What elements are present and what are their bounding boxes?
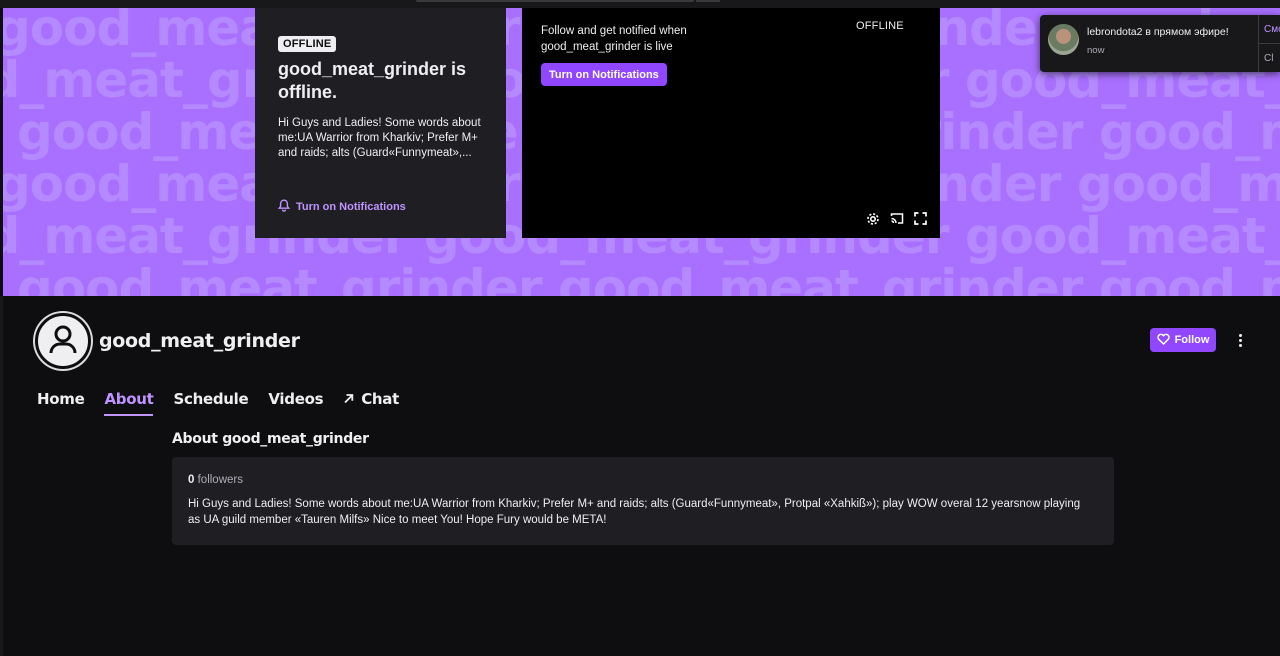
card-notifications-label: Turn on Notifications (296, 201, 406, 213)
tab-strip-indicator-small (696, 0, 720, 2)
gear-icon[interactable] (865, 211, 880, 226)
toast-time: now (1087, 45, 1105, 56)
offline-card: OFFLINE good_meat_grinder is offline. Hi… (255, 8, 506, 238)
cast-icon[interactable] (889, 211, 904, 226)
bell-icon (277, 199, 291, 215)
followers-label: followers (197, 474, 243, 486)
fullscreen-icon[interactable] (913, 211, 928, 226)
tab-strip-indicator (416, 0, 694, 2)
toast-watch-button[interactable]: Смот (1264, 24, 1280, 35)
followers-number: 0 (188, 474, 195, 486)
channel-bio: Hi Guys and Ladies! Some words about me:… (188, 498, 1081, 526)
follow-label: Follow (1174, 334, 1210, 346)
tab-about[interactable]: About (104, 390, 154, 416)
player-controls (865, 211, 928, 226)
card-notifications-link[interactable]: Turn on Notifications (277, 199, 406, 215)
follow-button[interactable]: Follow (1150, 328, 1216, 352)
channel-tabs: Home About Schedule Videos Chat (37, 390, 399, 416)
followers-count: 0 followers (188, 474, 1098, 486)
external-arrow-icon (343, 390, 354, 408)
banner-pattern-line: good_meat_grinder good_meat_grinder good… (17, 259, 1280, 296)
channel-avatar[interactable] (35, 313, 91, 369)
about-panel: 0 followers Hi Guys and Ladies! Some wor… (172, 457, 1114, 545)
video-player[interactable]: Follow and get notified when good_meat_g… (522, 8, 940, 238)
toast-avatar (1048, 24, 1079, 55)
channel-name: good_meat_grinder (99, 330, 300, 352)
left-edge (0, 296, 3, 656)
browser-top-strip (0, 0, 1280, 8)
toast-close-button[interactable]: Cl (1264, 53, 1273, 64)
toast-message: lebrondota2 в прямом эфире! (1087, 26, 1229, 38)
tab-home[interactable]: Home (37, 390, 85, 414)
live-notification-toast[interactable]: lebrondota2 в прямом эфире! now Смот Cl (1040, 15, 1280, 72)
tab-chat[interactable]: Chat (343, 390, 399, 414)
tab-schedule[interactable]: Schedule (173, 390, 248, 414)
player-notifications-button[interactable]: Turn on Notifications (541, 63, 667, 86)
more-options-icon[interactable] (1232, 330, 1248, 350)
tab-videos[interactable]: Videos (268, 390, 323, 414)
about-title: About good_meat_grinder (172, 431, 369, 447)
offline-description: Hi Guys and Ladies! Some words about me:… (278, 117, 481, 159)
tab-chat-label: Chat (361, 390, 399, 408)
player-follow-text: Follow and get notified when good_meat_g… (541, 25, 687, 53)
player-status: OFFLINE (856, 20, 904, 32)
offline-title: good_meat_grinder is offline. (278, 59, 467, 102)
heart-icon (1156, 333, 1170, 348)
offline-badge: OFFLINE (278, 36, 337, 52)
toast-divider (1258, 43, 1280, 44)
user-icon (48, 323, 78, 360)
